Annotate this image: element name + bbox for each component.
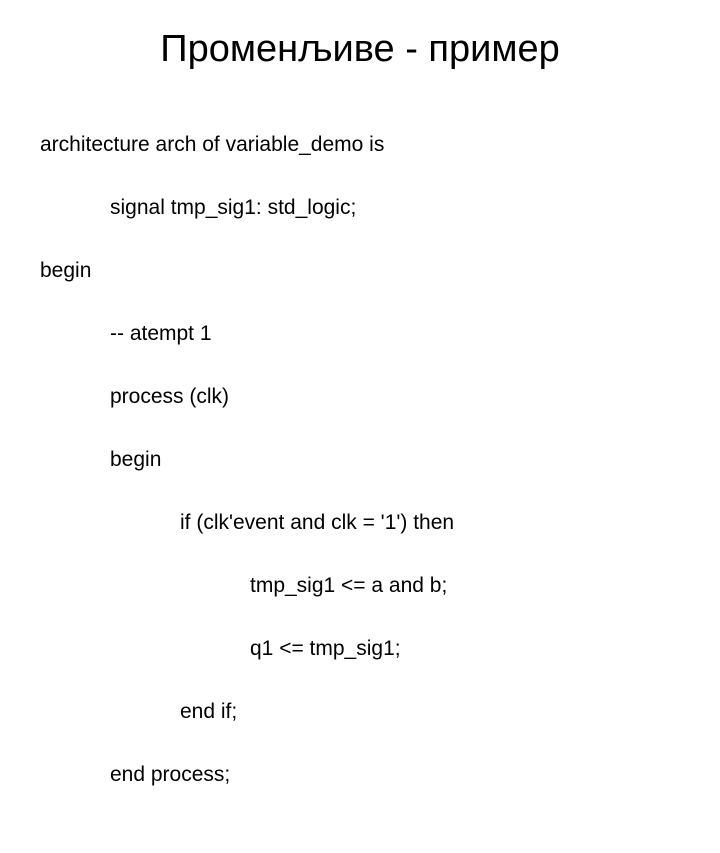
code-line: q1 <= tmp_sig1; bbox=[40, 633, 680, 665]
code-line: end if; bbox=[40, 696, 680, 728]
code-line: end process; bbox=[40, 759, 680, 791]
code-block: architecture arch of variable_demo is si… bbox=[40, 97, 680, 853]
code-line: architecture arch of variable_demo is bbox=[40, 129, 680, 161]
code-line: signal tmp_sig1: std_logic; bbox=[40, 192, 680, 224]
slide: Променљиве - пример architecture arch of… bbox=[0, 0, 720, 540]
code-line: process (clk) bbox=[40, 381, 680, 413]
code-line: tmp_sig1 <= a and b; bbox=[40, 570, 680, 602]
code-line: begin bbox=[40, 444, 680, 476]
code-line: -- atempt 1 bbox=[40, 318, 680, 350]
slide-title: Променљиве - пример bbox=[40, 28, 680, 71]
code-line: if (clk'event and clk = '1') then bbox=[40, 507, 680, 539]
code-line: begin bbox=[40, 255, 680, 287]
